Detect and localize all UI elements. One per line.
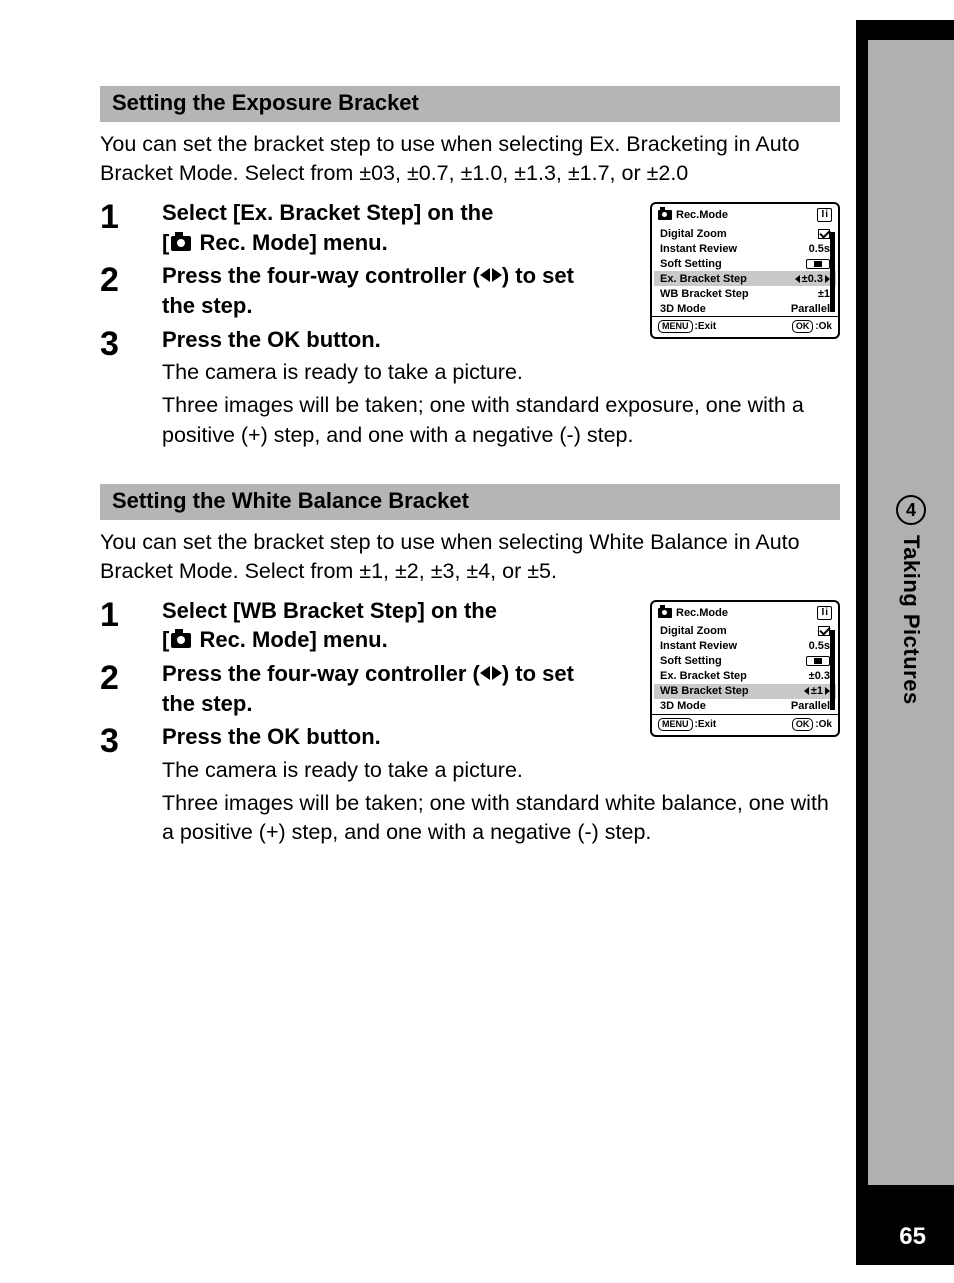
ok-pill: OK xyxy=(792,320,814,333)
step-number: 1 xyxy=(100,596,162,632)
step-note: The camera is ready to take a picture. xyxy=(162,358,840,387)
lcd-row-label: Digital Zoom xyxy=(660,228,727,240)
lcd-row-value: ±1 xyxy=(811,685,823,697)
ok-pill: OK xyxy=(792,718,814,731)
lcd-row-label: Instant Review xyxy=(660,640,737,652)
lcd-row-value: Parallel xyxy=(780,303,830,315)
camera-icon xyxy=(171,633,191,648)
menu-pill: MENU xyxy=(658,320,693,333)
lcd-row-value: Parallel xyxy=(780,700,830,712)
arrow-left-icon xyxy=(480,666,490,680)
right-margin: 4 Taking Pictures 65 xyxy=(856,20,954,1265)
step-title: Press the four-way controller () to set … xyxy=(162,659,602,718)
lcd-row-label: Soft Setting xyxy=(660,258,722,270)
setup-tab-icon: Ii xyxy=(817,208,832,222)
section-intro: You can set the bracket step to use when… xyxy=(100,130,840,188)
lcd-footer-left: Exit xyxy=(698,719,716,730)
step-number: 3 xyxy=(100,722,162,758)
step-title: Select [Ex. Bracket Step] on the [ Rec. … xyxy=(162,198,592,257)
lcd-title: Rec.Mode xyxy=(676,607,728,619)
lcd-row-value: ±1 xyxy=(780,288,830,300)
step-number: 2 xyxy=(100,261,162,297)
step-title: Press the four-way controller () to set … xyxy=(162,261,602,320)
section-intro: You can set the bracket step to use when… xyxy=(100,528,840,586)
lcd-row-label: Ex. Bracket Step xyxy=(660,670,747,682)
lcd-screenshot-ex: Rec.Mode Ii Digital Zoom Instant Review 0… xyxy=(650,202,840,339)
lcd-row-label: WB Bracket Step xyxy=(660,685,749,697)
page-number: 65 xyxy=(899,1223,926,1251)
lcd-row-label: Instant Review xyxy=(660,243,737,255)
arrow-right-icon xyxy=(492,666,502,680)
arrow-left-icon xyxy=(480,268,490,282)
step-3: 3 Press the OK button. The camera is rea… xyxy=(100,722,840,847)
camera-icon xyxy=(658,608,672,618)
arrow-left-icon xyxy=(795,275,800,283)
step-note: Three images will be taken; one with sta… xyxy=(162,789,840,847)
lcd-row-value: ±0.3 xyxy=(780,670,830,682)
chapter-circle: 4 xyxy=(896,495,926,525)
step-3: 3 Press the OK button. The camera is rea… xyxy=(100,325,840,450)
camera-icon xyxy=(171,236,191,251)
lcd-footer-right: Ok xyxy=(819,719,832,730)
lcd-row-label: Soft Setting xyxy=(660,655,722,667)
checkbox-icon xyxy=(818,626,830,636)
lcd-title: Rec.Mode xyxy=(676,209,728,221)
lcd-row-selected: Ex. Bracket Step ±0.3 xyxy=(654,271,836,286)
slider-icon xyxy=(806,259,830,269)
lcd-scrollbar xyxy=(830,232,835,312)
chapter-title: Taking Pictures xyxy=(898,535,924,705)
step-number: 1 xyxy=(100,198,162,234)
lcd-row-label: Ex. Bracket Step xyxy=(660,273,747,285)
lcd-row-label: Digital Zoom xyxy=(660,625,727,637)
menu-pill: MENU xyxy=(658,718,693,731)
camera-icon xyxy=(658,210,672,220)
slider-icon xyxy=(806,656,830,666)
step-number: 2 xyxy=(100,659,162,695)
section-header-exposure: Setting the Exposure Bracket xyxy=(100,86,840,122)
arrow-right-icon xyxy=(492,268,502,282)
lcd-row-label: WB Bracket Step xyxy=(660,288,749,300)
lcd-row-label: 3D Mode xyxy=(660,303,706,315)
step-note: The camera is ready to take a picture. xyxy=(162,756,840,785)
lcd-row-value: 0.5s xyxy=(780,640,830,652)
step-number: 3 xyxy=(100,325,162,361)
steps-block: Rec.Mode Ii Digital Zoom Instant Review 0… xyxy=(100,198,840,449)
checkbox-icon xyxy=(818,229,830,239)
manual-page: 4 Taking Pictures 65 Setting the Exposur… xyxy=(0,0,954,1283)
lcd-row-value: 0.5s xyxy=(780,243,830,255)
content-column: Setting the Exposure Bracket You can set… xyxy=(100,86,840,851)
lcd-row-value: ±0.3 xyxy=(802,273,823,285)
step-title: Select [WB Bracket Step] on the [ Rec. M… xyxy=(162,596,592,655)
lcd-scrollbar xyxy=(830,630,835,710)
lcd-row-label: 3D Mode xyxy=(660,700,706,712)
setup-tab-icon: Ii xyxy=(817,606,832,620)
lcd-footer-right: Ok xyxy=(819,321,832,332)
arrow-left-icon xyxy=(804,687,809,695)
section-header-wb: Setting the White Balance Bracket xyxy=(100,484,840,520)
lcd-row-selected: WB Bracket Step ±1 xyxy=(654,684,836,699)
side-tab: 4 Taking Pictures xyxy=(896,495,926,705)
steps-block: Rec.Mode Ii Digital Zoom Instant Review 0… xyxy=(100,596,840,847)
step-note: Three images will be taken; one with sta… xyxy=(162,391,840,449)
right-inner-panel: 4 Taking Pictures xyxy=(868,40,954,1185)
lcd-screenshot-wb: Rec.Mode Ii Digital Zoom Instant Review 0… xyxy=(650,600,840,737)
lcd-footer-left: Exit xyxy=(698,321,716,332)
